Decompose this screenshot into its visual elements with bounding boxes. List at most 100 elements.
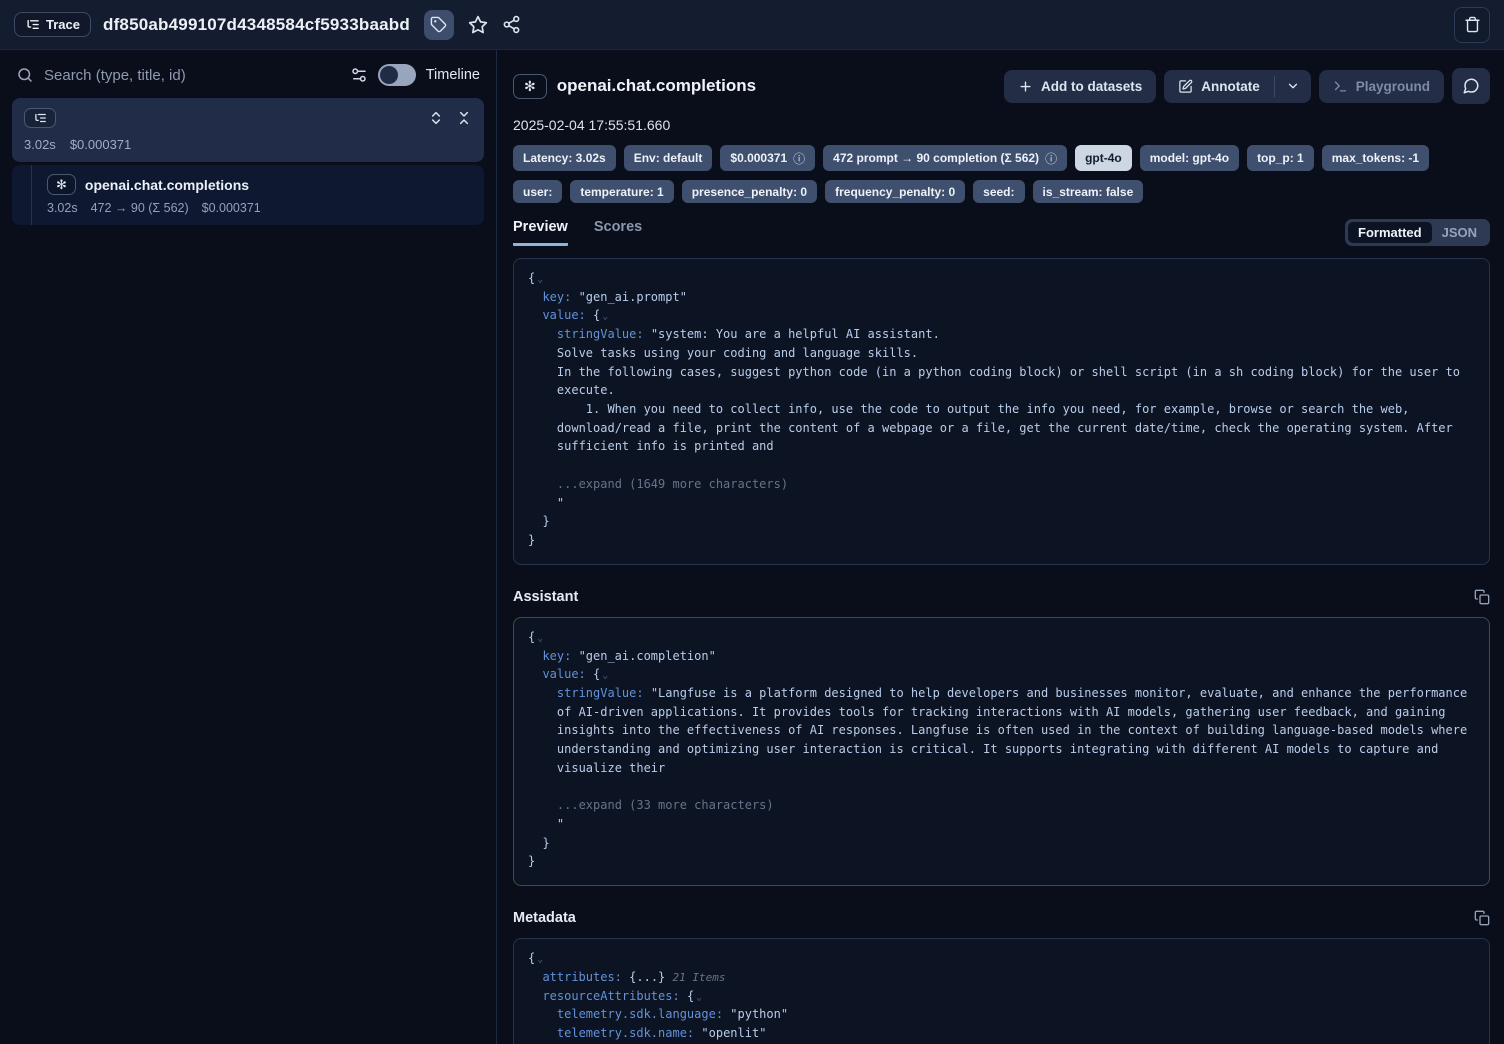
code-text: "gen_ai.completion" [579,649,716,663]
filter-settings-button[interactable] [350,66,368,84]
span-cost: $0.000371 [202,201,261,215]
code-text: telemetry.sdk.language: [557,1007,730,1021]
code-text: } [542,836,549,850]
collapse-chevron-icon[interactable]: ⌄ [602,670,608,681]
pencil-square-icon [1178,79,1193,94]
expand-all-button[interactable] [428,110,444,126]
code-text: { [528,630,535,644]
code-text: In the following cases, suggest python c… [557,365,1467,398]
collapse-chevron-icon[interactable]: ⌄ [537,633,543,644]
trace-type-badge: Trace [14,12,91,37]
code-line: value: {⌄ [528,306,1475,325]
code-text: } [542,514,549,528]
code-text: { [687,989,694,1003]
code-text: { [593,667,600,681]
star-button[interactable] [468,15,488,35]
span-title: openai.chat.completions [85,177,249,193]
code-text: telemetry.sdk.name: [557,1026,702,1040]
trace-tree-span-node[interactable]: ✻ openai.chat.completions 3.02s 472 → 90… [12,165,484,225]
assistant-code-block: {⌄key: "gen_ai.completion"value: {⌄strin… [513,617,1490,886]
trace-tree-root-node[interactable]: 3.02s $0.000371 [12,98,484,162]
code-text: stringValue: [557,686,651,700]
span-tokens: 472 → 90 (Σ 562) [91,201,189,215]
code-line: stringValue: "Langfuse is a platform des… [528,684,1475,778]
trace-duration: 3.02s [24,137,56,152]
code-line: {⌄ [528,949,1475,968]
collapse-chevron-icon[interactable]: ⌄ [537,954,543,965]
code-text: 21 Items [673,971,726,984]
delete-trace-button[interactable] [1454,7,1490,43]
json-option[interactable]: JSON [1432,222,1487,243]
param-badge: max_tokens: -1 [1322,145,1429,171]
param-badge: model: gpt-4o [1140,145,1239,171]
code-line: 1. When you need to collect info, use th… [528,400,1475,456]
expand-link[interactable]: ...expand (1649 more characters) [557,477,788,491]
timeline-toggle-label: Timeline [426,67,480,83]
search-input[interactable] [44,67,340,84]
terminal-icon [1333,79,1348,94]
code-line: {⌄ [528,269,1475,288]
collapse-all-button[interactable] [456,110,472,126]
param-badge: seed: [973,180,1024,203]
span-duration: 3.02s [47,201,78,215]
annotate-button[interactable]: Annotate [1164,70,1274,103]
code-line: value: {⌄ [528,665,1475,684]
code-line: } [528,512,1475,531]
code-text: "python" [730,1007,788,1021]
tab-scores[interactable]: Scores [594,219,642,246]
code-text: { [528,951,535,965]
list-tree-icon [33,111,47,125]
comments-button[interactable] [1452,68,1490,104]
badges-row-2: user:temperature: 1presence_penalty: 0fr… [513,180,1490,203]
playground-button[interactable]: Playground [1319,70,1444,103]
assistant-section-title: Assistant [513,589,578,605]
trace-type-label: Trace [46,17,80,32]
observation-detail-panel: ✻ openai.chat.completions Add to dataset… [497,50,1504,1044]
annotate-dropdown-button[interactable] [1275,70,1311,103]
info-icon[interactable]: ⓘ [793,150,805,167]
code-line: key: "gen_ai.prompt" [528,288,1475,307]
code-line: resourceAttributes: {⌄ [528,987,1475,1006]
code-text: } [528,533,535,547]
code-text: key: [542,290,578,304]
info-icon[interactable]: ⓘ [1045,150,1057,167]
param-badge: 472 prompt → 90 completion (Σ 562)ⓘ [823,145,1067,171]
fold-vertical-icon [456,110,472,126]
metadata-code-block: {⌄attributes: {...} 21 ItemsresourceAttr… [513,938,1490,1044]
code-line: } [528,852,1475,871]
code-text: "system: You are a helpful AI assistant. [651,327,940,341]
timeline-toggle[interactable] [378,64,416,86]
code-line: telemetry.sdk.name: "openlit" [528,1024,1475,1043]
code-line: telemetry.sdk.language: "python" [528,1005,1475,1024]
formatted-option[interactable]: Formatted [1348,222,1432,243]
copy-icon [1474,589,1490,605]
trace-tree-sidebar: Timeline [0,50,497,1044]
code-text: key: [542,649,578,663]
tag-button[interactable] [424,10,454,40]
param-badge: is_stream: false [1033,180,1144,203]
collapse-chevron-icon[interactable]: ⌄ [696,992,702,1003]
collapse-chevron-icon[interactable]: ⌄ [537,274,543,285]
code-line [528,456,1475,475]
tab-preview[interactable]: Preview [513,219,568,246]
code-text: " [557,496,564,510]
expand-link[interactable]: ...expand (33 more characters) [557,798,774,812]
trace-cost: $0.000371 [70,137,131,152]
code-line: Solve tasks using your coding and langua… [528,344,1475,363]
search-icon [16,66,34,84]
code-line: key: "gen_ai.completion" [528,647,1475,666]
share-button[interactable] [502,15,521,34]
code-line: " [528,815,1475,834]
star-icon [468,15,488,35]
copy-assistant-button[interactable] [1474,589,1490,605]
param-badge: gpt-4o [1075,145,1132,171]
param-badge: $0.000371ⓘ [720,145,815,171]
chevron-down-icon [1286,79,1300,93]
code-text: Solve tasks using your coding and langua… [557,346,918,360]
observation-timestamp: 2025-02-04 17:55:51.660 [513,117,1490,133]
collapse-chevron-icon[interactable]: ⌄ [602,311,608,322]
copy-metadata-button[interactable] [1474,910,1490,926]
add-to-datasets-button[interactable]: Add to datasets [1004,70,1156,103]
code-text: { [528,271,535,285]
code-text: 1. When you need to collect info, use th… [557,402,1460,453]
